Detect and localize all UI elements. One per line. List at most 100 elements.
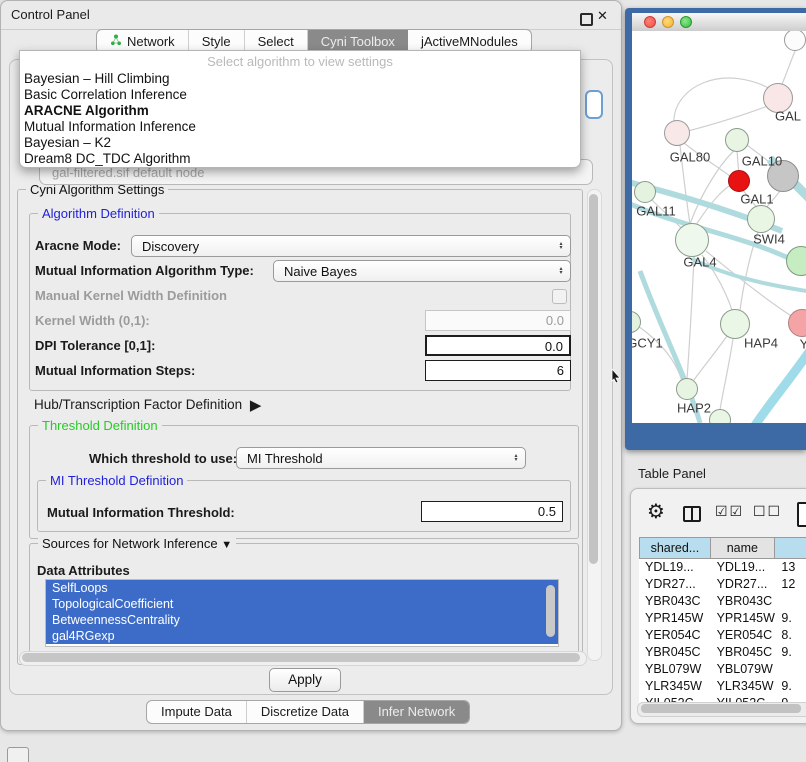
node-label-gal10: GAL10 <box>742 154 782 169</box>
network-canvas[interactable]: GALGAL80GAL10GAL1GAL11SWI4GAL4GCY1HAP4YH… <box>632 31 806 423</box>
mi-threshold-title: MI Threshold Definition <box>46 473 187 488</box>
table-row[interactable]: YDR27...YDR27...12 <box>639 576 806 593</box>
select-all-checkboxes-icon[interactable]: ☑☑ <box>715 503 744 520</box>
spinner-arrows-icon: ▴▾ <box>552 267 570 275</box>
node-label-gal1: GAL1 <box>740 192 773 207</box>
dpi-tolerance-field[interactable]: 0.0 <box>425 335 571 356</box>
table-row[interactable]: YBR045CYBR045C9. <box>639 644 806 661</box>
table-cell: YER054C <box>711 627 776 644</box>
node-label-swi4: SWI4 <box>753 232 785 247</box>
list-scrollbar[interactable] <box>546 585 555 637</box>
node-label-y: Y <box>800 337 806 352</box>
corner-panel-icon[interactable] <box>7 747 29 762</box>
table-horizontal-scrollbar[interactable] <box>637 702 806 717</box>
network-node[interactable] <box>728 170 750 192</box>
table-cell: 12 <box>775 576 806 593</box>
float-panel-icon[interactable] <box>580 13 593 26</box>
apply-button[interactable]: Apply <box>269 668 341 692</box>
table-cell: 13 <box>775 559 806 576</box>
aracne-mode-label: Aracne Mode: <box>35 238 121 253</box>
network-node[interactable] <box>725 128 749 152</box>
kernel-width-label: Kernel Width (0,1): <box>35 313 150 328</box>
table-cell: YDR27... <box>639 576 711 593</box>
collapsed-arrow-icon: ▶ <box>250 397 262 414</box>
close-traffic-light-icon[interactable] <box>644 16 656 28</box>
attribute-item-topologicalcoefficient[interactable]: TopologicalCoefficient <box>46 596 558 612</box>
bottom-tab-discretize-data[interactable]: Discretize Data <box>247 701 364 723</box>
mi-type-value: Naive Bayes <box>274 264 552 279</box>
columns-icon[interactable] <box>683 506 701 522</box>
mouse-cursor <box>611 369 623 383</box>
table-cell: YDR27... <box>711 576 776 593</box>
table-row[interactable]: YLR345WYLR345W9. <box>639 678 806 695</box>
kernel-width-field[interactable]: 0.0 <box>425 310 571 331</box>
network-titlebar[interactable] <box>632 13 806 32</box>
focused-combo-fragment <box>585 90 603 119</box>
bottom-tab-impute-data[interactable]: Impute Data <box>147 701 247 723</box>
mi-threshold-field[interactable]: 0.5 <box>421 501 563 522</box>
mi-threshold-label: Mutual Information Threshold: <box>47 505 235 520</box>
algorithm-option-dream8-dc-tdc-algorithm[interactable]: Dream8 DC_TDC Algorithm <box>20 151 580 167</box>
table-row[interactable]: YPR145WYPR145W9. <box>639 610 806 627</box>
algorithm-option-basic-correlation-inference[interactable]: Basic Correlation Inference <box>20 87 580 103</box>
attribute-item-betweennesscentrality[interactable]: BetweennessCentrality <box>46 612 558 628</box>
manual-kernel-checkbox[interactable] <box>552 289 567 304</box>
network-node[interactable] <box>676 378 698 400</box>
table-header-row: shared...name <box>639 537 806 559</box>
control-panel: Control Panel ✕ NetworkStyleSelectCyni T… <box>0 0 622 731</box>
algorithm-option-bayesian-k2[interactable]: Bayesian – K2 <box>20 135 580 151</box>
network-node[interactable] <box>675 223 709 257</box>
deselect-all-checkboxes-icon[interactable]: ☐☐ <box>753 503 782 520</box>
data-attributes-label: Data Attributes <box>37 563 130 578</box>
which-threshold-select[interactable]: MI Threshold ▴▾ <box>236 447 526 469</box>
table-row[interactable]: YBR043CYBR043C <box>639 593 806 610</box>
table-cell: YBL079W <box>711 661 776 678</box>
data-attributes-list[interactable]: SelfLoopsTopologicalCoefficientBetweenne… <box>45 579 559 647</box>
network-node[interactable] <box>634 181 656 203</box>
network-node[interactable] <box>720 309 750 339</box>
vertical-scrollbar[interactable] <box>587 189 602 661</box>
node-label-hap2: HAP2 <box>677 401 711 416</box>
algorithm-option-mutual-information-inference[interactable]: Mutual Information Inference <box>20 119 580 135</box>
network-node[interactable] <box>747 205 775 233</box>
column-header-shared[interactable]: shared... <box>640 538 711 558</box>
node-table: shared...name YDL19...YDL19...13YDR27...… <box>639 537 806 707</box>
column-header-name[interactable]: name <box>711 538 775 558</box>
node-label-gal80: GAL80 <box>670 150 710 165</box>
aracne-mode-value: Discovery <box>132 239 552 254</box>
table-cell: YBR043C <box>711 593 776 610</box>
column-header-2[interactable] <box>775 538 806 558</box>
close-icon[interactable]: ✕ <box>597 8 608 24</box>
table-cell: YER054C <box>639 627 711 644</box>
node-label-hap4: HAP4 <box>744 336 778 351</box>
node-label-gal11: GAL11 <box>636 204 676 219</box>
table-row[interactable]: YDL19...YDL19...13 <box>639 559 806 576</box>
attribute-item-selfloops[interactable]: SelfLoops <box>46 580 558 596</box>
algorithm-dropdown-popup: Select algorithm to view settings Bayesi… <box>19 50 581 168</box>
attribute-item-gal4rgexp[interactable]: gal4RGexp <box>46 628 558 644</box>
aracne-mode-select[interactable]: Discovery ▴▾ <box>131 235 571 257</box>
document-icon[interactable] <box>797 502 806 527</box>
zoom-traffic-light-icon[interactable] <box>680 16 692 28</box>
table-row[interactable]: YER054CYER054C8. <box>639 627 806 644</box>
dpi-tolerance-label: DPI Tolerance [0,1]: <box>35 338 155 353</box>
hub-section-label: Hub/Transcription Factor Definition <box>34 397 242 412</box>
dropdown-item-list: Bayesian – Hill ClimbingBasic Correlatio… <box>20 71 580 167</box>
sources-toggle[interactable]: Sources for Network Inference ▼ <box>38 536 236 551</box>
node-label-gal: GAL <box>775 109 801 124</box>
gear-icon[interactable]: ⚙ <box>647 499 665 524</box>
hub-section-toggle[interactable]: Hub/Transcription Factor Definition ▶ <box>34 395 257 413</box>
horizontal-scrollbar[interactable] <box>19 651 587 666</box>
which-threshold-value: MI Threshold <box>237 451 507 466</box>
minimize-traffic-light-icon[interactable] <box>662 16 674 28</box>
mi-type-select[interactable]: Naive Bayes ▴▾ <box>273 260 571 282</box>
threshold-title: Threshold Definition <box>38 418 162 433</box>
table-cell: 9. <box>775 610 806 627</box>
table-row[interactable]: YBL079WYBL079W <box>639 661 806 678</box>
bottom-tab-infer-network[interactable]: Infer Network <box>364 701 469 723</box>
network-node[interactable] <box>664 120 690 146</box>
algorithm-option-bayesian-hill-climbing[interactable]: Bayesian – Hill Climbing <box>20 71 580 87</box>
mi-steps-field[interactable]: 6 <box>425 360 571 381</box>
algorithm-option-aracne-algorithm[interactable]: ARACNE Algorithm <box>20 103 580 119</box>
table-cell: YBR043C <box>639 593 711 610</box>
